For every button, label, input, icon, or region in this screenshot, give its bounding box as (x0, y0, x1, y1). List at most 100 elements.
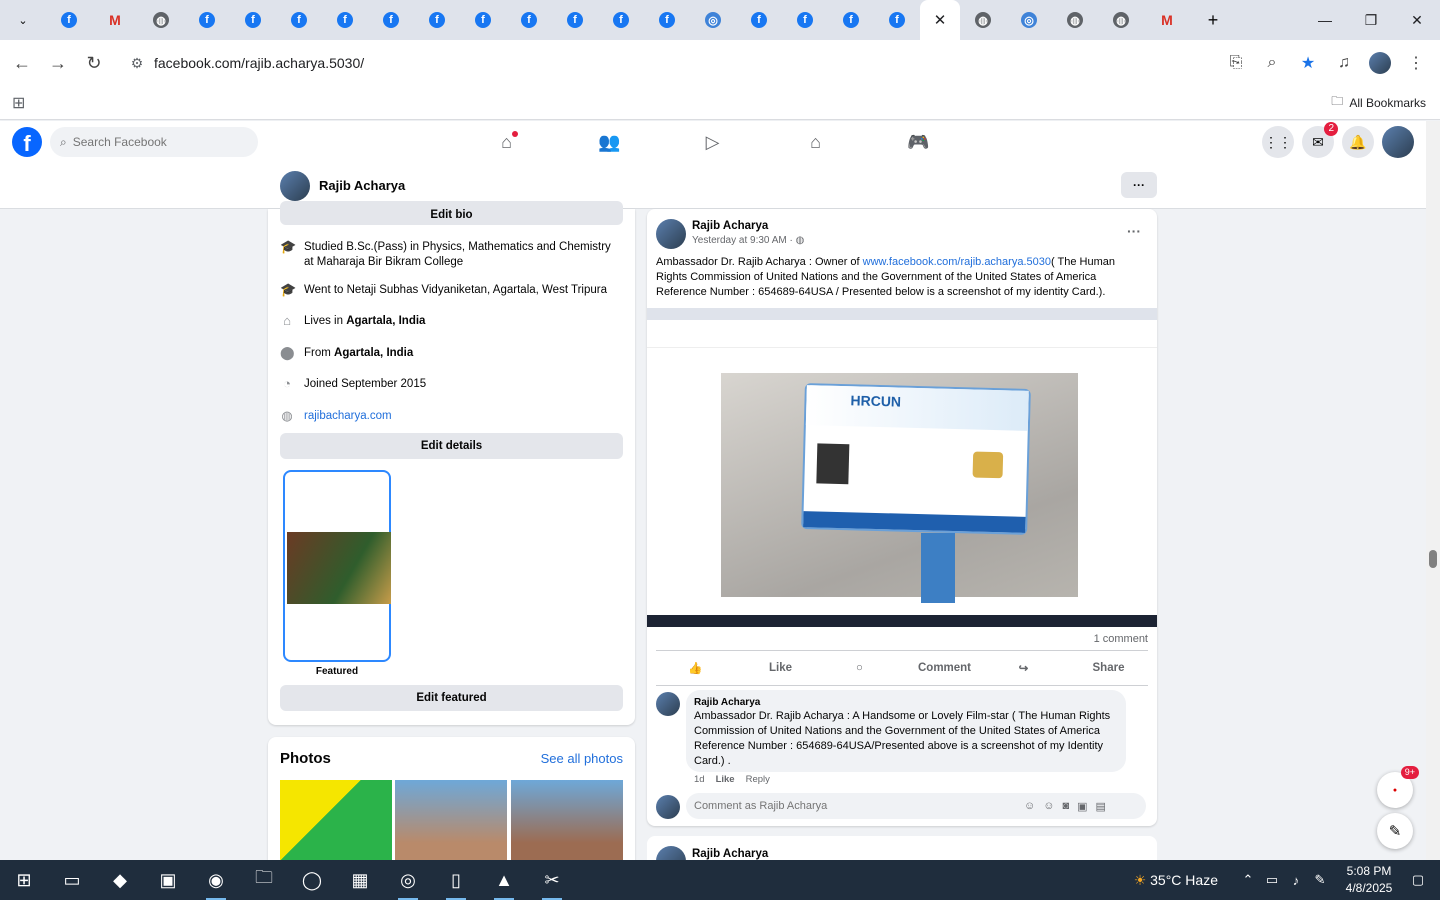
camera-icon[interactable]: ◙ (1062, 800, 1069, 813)
featured-item[interactable]: Featured (283, 470, 391, 677)
reload-icon[interactable]: ↻ (76, 45, 112, 81)
photos-app-icon[interactable]: ▲ (480, 860, 528, 900)
browser-tab[interactable]: f (322, 0, 368, 40)
browser-tab[interactable]: M (1144, 0, 1190, 40)
start-windows-icon[interactable]: ⊞ (0, 860, 48, 900)
install-app-icon[interactable]: ⎘ (1220, 45, 1252, 81)
browser-tab[interactable]: f (184, 0, 230, 40)
page-scrollbar[interactable] (1426, 121, 1440, 860)
messenger-button[interactable]: ✉ 2 (1302, 122, 1338, 158)
comment-author[interactable]: Rajib Acharya (694, 697, 1118, 708)
url-text[interactable]: facebook.com/rajib.acharya.5030/ (154, 55, 364, 71)
file-explorer-icon[interactable]: 🗀 (240, 860, 288, 900)
photo-thumbnail[interactable] (395, 780, 507, 870)
emoji-icon[interactable]: ☺ (1043, 800, 1054, 813)
edit-details-button[interactable]: Edit details (280, 433, 623, 459)
minimize-icon[interactable]: — (1302, 0, 1348, 40)
search-input[interactable] (72, 135, 233, 149)
browser-tab[interactable]: ◎ (690, 0, 736, 40)
comment-button[interactable]: ○ Comment (820, 651, 984, 685)
firefox-icon[interactable]: ◉ (192, 860, 240, 900)
close-window-icon[interactable]: ✕ (1394, 0, 1440, 40)
nav-video[interactable]: ▷ (661, 121, 764, 163)
post-options-icon[interactable]: ··· (1127, 223, 1141, 239)
writer-avatar[interactable] (656, 795, 680, 819)
account-avatar[interactable] (1382, 126, 1414, 158)
new-message-button[interactable]: ✎ (1377, 813, 1413, 849)
browser-tab[interactable]: f (828, 0, 874, 40)
comment-reply-button[interactable]: Reply (746, 774, 770, 785)
browser-tab[interactable]: f (598, 0, 644, 40)
edit-bio-button[interactable]: Edit bio (280, 201, 623, 225)
notepad-icon[interactable]: ▯ (432, 860, 480, 900)
nav-friends[interactable]: 👥 (558, 121, 661, 163)
active-browser-tab[interactable]: ✕ (920, 0, 960, 40)
website-link[interactable]: rajibacharya.com (304, 409, 392, 424)
write-comment[interactable]: ☺ ☺ ◙ ▣ ▤ (686, 793, 1146, 819)
weather-widget[interactable]: ☀ 35°C Haze (1134, 872, 1218, 889)
browser-tab[interactable]: ◍ (138, 0, 184, 40)
task-view-icon[interactable]: ▭ (48, 860, 96, 900)
browser-tab[interactable]: f (46, 0, 92, 40)
forward-arrow-icon[interactable]: → (40, 45, 76, 81)
post-link[interactable]: www.facebook.com/rajib.acharya.5030 (863, 256, 1051, 268)
avatar-sticker-icon[interactable]: ☺ (1024, 800, 1035, 813)
menu-grid-button[interactable]: ⋮⋮ (1262, 126, 1294, 158)
app-icon[interactable]: ▣ (144, 860, 192, 900)
profile-avatar[interactable] (1364, 45, 1396, 81)
close-tab-icon[interactable]: ✕ (934, 11, 947, 29)
site-settings-icon[interactable]: ⚙ (120, 55, 154, 72)
volume-icon[interactable]: ♪ (1284, 873, 1308, 888)
store-icon[interactable]: ▦ (336, 860, 384, 900)
browser-tab[interactable]: ◍ (960, 0, 1006, 40)
browser-tab[interactable]: f (368, 0, 414, 40)
post-author[interactable]: Rajib Acharya (692, 220, 768, 232)
facebook-search[interactable]: ⌕ (50, 127, 258, 157)
media-control-icon[interactable]: ♫ (1328, 45, 1360, 81)
comment-input[interactable] (694, 800, 1024, 812)
browser-tab[interactable]: f (782, 0, 828, 40)
apps-grid-icon[interactable]: ⊞ (12, 93, 25, 113)
zoom-icon[interactable]: ⌕ (1256, 45, 1288, 81)
maximize-icon[interactable]: ❐ (1348, 0, 1394, 40)
address-bar[interactable]: ⚙ facebook.com/rajib.acharya.5030/ (120, 45, 1320, 81)
like-button[interactable]: 👍 Like (656, 651, 820, 685)
browser-tab[interactable]: f (230, 0, 276, 40)
comment-like-button[interactable]: Like (716, 774, 735, 785)
snipping-tool-icon[interactable]: ✂ (528, 860, 576, 900)
browser-tab[interactable]: f (736, 0, 782, 40)
browser-tab[interactable]: M (92, 0, 138, 40)
browser-tab[interactable]: f (414, 0, 460, 40)
browser-tab[interactable]: ◍ (1098, 0, 1144, 40)
browser-tab[interactable]: f (460, 0, 506, 40)
profile-name[interactable]: Rajib Acharya (319, 178, 405, 193)
post-author[interactable]: Rajib Acharya (692, 848, 768, 860)
post-author-avatar[interactable] (656, 219, 686, 249)
network-icon[interactable]: ▭ (1260, 872, 1284, 888)
nav-gaming[interactable]: 🎮 (867, 121, 970, 163)
browser-tab[interactable]: f (644, 0, 690, 40)
photo-thumbnail[interactable] (280, 780, 392, 870)
see-all-photos-link[interactable]: See all photos (541, 751, 623, 766)
pen-icon[interactable]: ✎ (1308, 872, 1332, 888)
kebab-menu-icon[interactable]: ⋮ (1400, 45, 1432, 81)
browser-tab[interactable]: f (276, 0, 322, 40)
comment-count[interactable]: 1 comment (1094, 633, 1148, 645)
sticker-icon[interactable]: ▤ (1096, 800, 1106, 813)
share-button[interactable]: ↪ Share (984, 651, 1148, 685)
notification-center-icon[interactable]: ▢ (1406, 872, 1430, 888)
nav-marketplace[interactable]: ⌂ (764, 121, 867, 163)
browser-tab[interactable]: f (506, 0, 552, 40)
chevron-up-icon[interactable]: ⌃ (1236, 872, 1260, 888)
commenter-avatar[interactable] (656, 692, 680, 716)
photo-thumbnail[interactable] (511, 780, 623, 870)
back-arrow-icon[interactable]: ← (4, 45, 40, 81)
post-image[interactable]: HRCUN (647, 308, 1157, 627)
browser-tab[interactable]: f (552, 0, 598, 40)
comment-age[interactable]: 1d (694, 774, 705, 785)
facebook-logo[interactable]: f (12, 127, 42, 157)
bookmark-star-icon[interactable]: ★ (1292, 45, 1324, 81)
browser-tab[interactable]: ◎ (1006, 0, 1052, 40)
edit-featured-button[interactable]: Edit featured (280, 685, 623, 711)
new-tab-button[interactable]: + (1190, 0, 1236, 40)
